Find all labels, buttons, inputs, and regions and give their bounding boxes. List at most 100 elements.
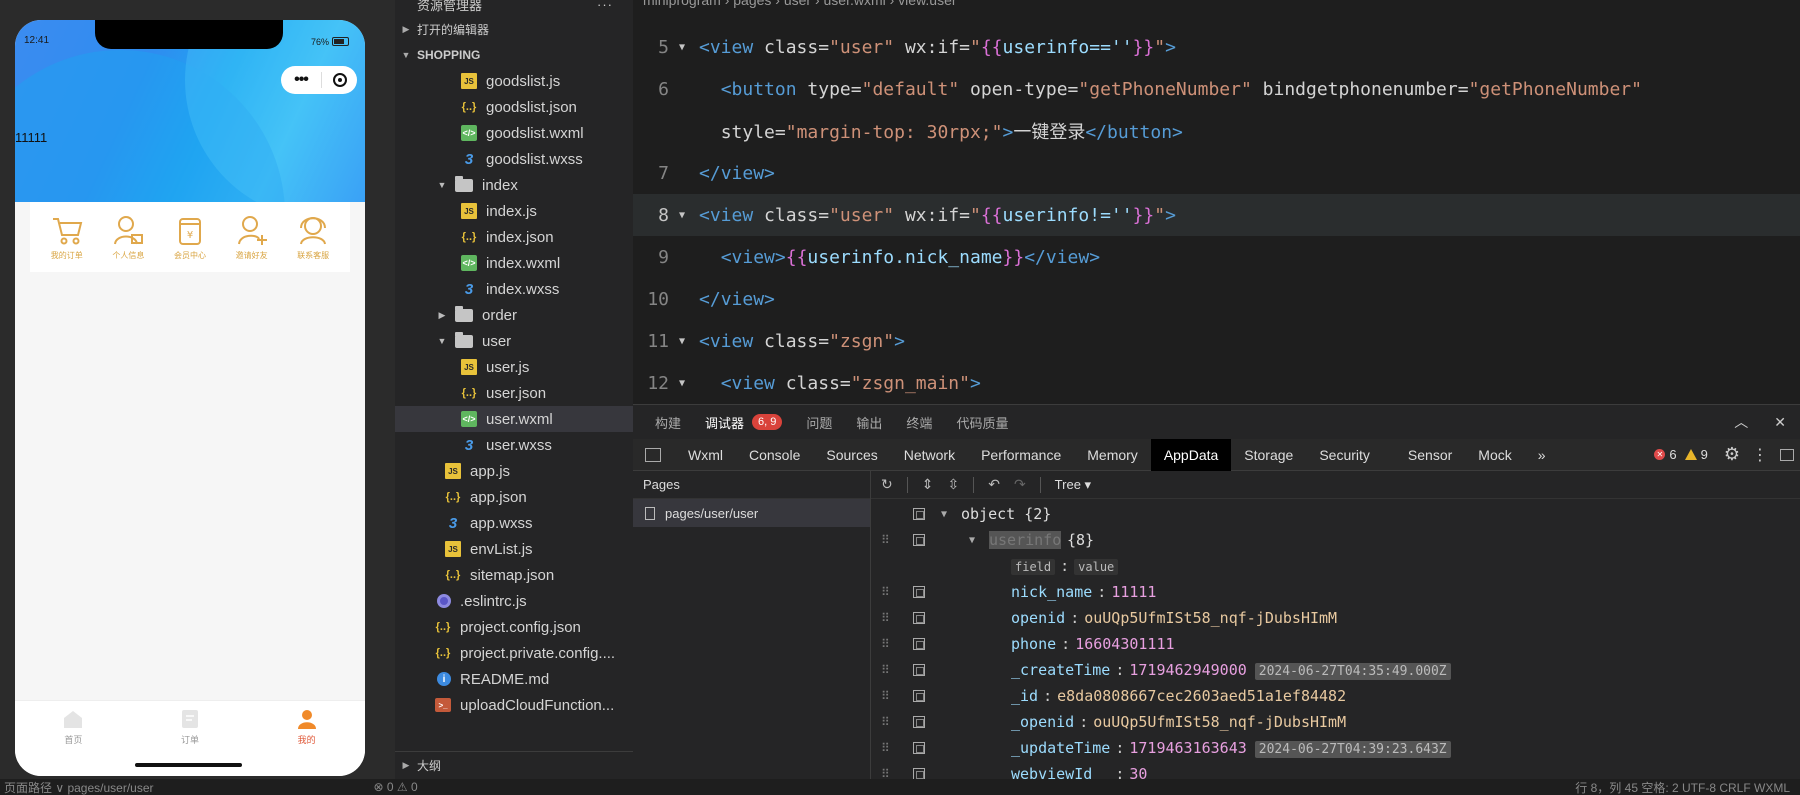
field-value[interactable]: ouUQp5UfmISt58_nqf-jDubsHImM: [1084, 609, 1337, 627]
tab-code-quality[interactable]: 代码质量: [956, 413, 1008, 432]
close-target-icon[interactable]: [333, 73, 347, 87]
node-checkbox[interactable]: [913, 586, 925, 598]
file-item[interactable]: </> goodslist.wxml: [395, 120, 633, 146]
node-checkbox[interactable]: [913, 690, 925, 702]
file-item[interactable]: {..} index.json: [395, 224, 633, 250]
node-checkbox[interactable]: [913, 638, 925, 650]
more-menu-icon[interactable]: •••: [281, 66, 321, 94]
tree-row[interactable]: ⠿ _id: e8da0808667cec2603aed51a1ef84482: [871, 683, 1800, 709]
more-tools-button[interactable]: »: [1525, 439, 1559, 471]
fold-chevron-icon[interactable]: ▼: [679, 210, 693, 221]
file-item[interactable]: {..} user.json: [395, 380, 633, 406]
gear-icon[interactable]: ⚙: [1724, 444, 1740, 465]
file-item[interactable]: 3 index.wxss: [395, 276, 633, 302]
redo-icon[interactable]: ↷: [1014, 476, 1026, 493]
view-mode-select[interactable]: Tree ▾: [1055, 477, 1091, 493]
file-item[interactable]: </> index.wxml: [395, 250, 633, 276]
tool-security[interactable]: Security: [1306, 439, 1383, 471]
tree-row[interactable]: ⠿ nick_name:11111: [871, 579, 1800, 605]
tool-appdata[interactable]: AppData: [1150, 438, 1232, 471]
open-editors-section[interactable]: ▶ 打开的编辑器: [395, 16, 633, 42]
file-item-selected[interactable]: </> user.wxml: [395, 406, 633, 432]
file-item[interactable]: {..} project.private.config....: [395, 640, 633, 666]
file-item[interactable]: 3 goodslist.wxss: [395, 146, 633, 172]
fold-chevron-icon[interactable]: ▼: [679, 336, 693, 347]
more-vertical-icon[interactable]: ⋮: [1752, 445, 1768, 465]
folder-item[interactable]: ▼ index: [395, 172, 633, 198]
tree-row[interactable]: ⠿ _createTime:1719462949000 2024-06-27T04:…: [871, 657, 1800, 683]
outline-section[interactable]: ▶ 大纲: [395, 751, 633, 779]
error-warning-counter[interactable]: ✕ 6 9: [1654, 447, 1708, 462]
explorer-more-button[interactable]: ···: [597, 0, 613, 12]
close-icon[interactable]: ✕: [1774, 414, 1786, 431]
drag-handle-icon[interactable]: ⠿: [881, 637, 890, 651]
file-item[interactable]: JS user.js: [395, 354, 633, 380]
fold-chevron-icon[interactable]: ▼: [679, 42, 693, 53]
file-item[interactable]: >_ uploadCloudFunction...: [395, 692, 633, 718]
tab-output[interactable]: 输出: [856, 413, 882, 432]
tree-row[interactable]: ⠿ phone:16604301111: [871, 631, 1800, 657]
problem-counter[interactable]: ⊗ 0 ⚠ 0: [374, 780, 418, 794]
node-checkbox[interactable]: [913, 742, 925, 754]
drag-handle-icon[interactable]: ⠿: [881, 533, 890, 547]
tab-home[interactable]: 首页: [38, 707, 108, 776]
menu-customer-service[interactable]: 联系客服: [285, 213, 341, 261]
file-item[interactable]: 3 user.wxss: [395, 432, 633, 458]
expand-all-icon[interactable]: ⇕: [922, 476, 934, 493]
node-checkbox[interactable]: [913, 534, 925, 546]
node-checkbox[interactable]: [913, 716, 925, 728]
tool-mock[interactable]: Mock: [1465, 439, 1524, 471]
file-item[interactable]: JS goodslist.js: [395, 68, 633, 94]
field-value[interactable]: e8da0808667cec2603aed51a1ef84482: [1057, 687, 1346, 705]
tree-row-root[interactable]: ▼ object {2}: [871, 501, 1800, 527]
drag-handle-icon[interactable]: ⠿: [881, 715, 890, 729]
field-value[interactable]: 16604301111: [1075, 635, 1174, 653]
file-item[interactable]: JS envList.js: [395, 536, 633, 562]
tree-row[interactable]: ⠿ openid: ouUQp5UfmISt58_nqf-jDubsHImM: [871, 605, 1800, 631]
menu-member-center[interactable]: ¥ 会员中心: [162, 213, 218, 261]
tool-network[interactable]: Network: [891, 439, 968, 471]
fold-chevron-icon[interactable]: ▼: [679, 378, 693, 389]
chevron-up-icon[interactable]: ︿: [1734, 412, 1748, 432]
dock-icon[interactable]: [1780, 448, 1794, 461]
tab-build[interactable]: 构建: [655, 413, 681, 432]
node-checkbox[interactable]: [913, 508, 925, 520]
collapse-all-icon[interactable]: ⇳: [947, 476, 959, 493]
tab-me[interactable]: 我的: [272, 707, 342, 776]
field-value[interactable]: 11111: [1111, 583, 1156, 601]
node-checkbox[interactable]: [913, 612, 925, 624]
file-item[interactable]: i README.md: [395, 666, 633, 692]
tab-debugger[interactable]: 调试器 6, 9: [705, 413, 783, 432]
tool-performance[interactable]: Performance: [968, 439, 1074, 471]
file-item[interactable]: JS app.js: [395, 458, 633, 484]
tree-row[interactable]: ⠿ _updateTime:1719463163643 2024-06-27T04:…: [871, 735, 1800, 761]
file-item[interactable]: JS index.js: [395, 198, 633, 224]
tool-storage[interactable]: Storage: [1231, 439, 1306, 471]
page-path[interactable]: 页面路径 ∨ pages/user/user: [4, 779, 154, 795]
node-checkbox[interactable]: [913, 664, 925, 676]
file-item[interactable]: .eslintrc.js: [395, 588, 633, 614]
tool-wxml[interactable]: Wxml: [675, 439, 736, 471]
drag-handle-icon[interactable]: ⠿: [881, 611, 890, 625]
page-item[interactable]: pages/user/user: [633, 499, 870, 527]
tool-console[interactable]: Console: [736, 439, 813, 471]
file-item[interactable]: {..} project.config.json: [395, 614, 633, 640]
file-item[interactable]: {..} app.json: [395, 484, 633, 510]
undo-icon[interactable]: ↶: [988, 476, 1000, 493]
file-item[interactable]: {..} goodslist.json: [395, 94, 633, 120]
file-item[interactable]: {..} sitemap.json: [395, 562, 633, 588]
refresh-icon[interactable]: ↻: [881, 476, 893, 493]
inspect-element-icon[interactable]: [645, 447, 661, 462]
drag-handle-icon[interactable]: ⠿: [881, 741, 890, 755]
folder-item[interactable]: ▶ order: [395, 302, 633, 328]
field-value[interactable]: 1719462949000: [1129, 661, 1246, 679]
project-section[interactable]: ▼ SHOPPING: [395, 42, 633, 68]
menu-my-orders[interactable]: 我的订单: [39, 213, 95, 261]
tab-terminal[interactable]: 终端: [906, 413, 932, 432]
drag-handle-icon[interactable]: ⠿: [881, 585, 890, 599]
tree-row-userinfo[interactable]: ⠿ ▼ userinfo {8}: [871, 527, 1800, 553]
menu-invite-friends[interactable]: 邀请好友: [224, 213, 280, 261]
file-item[interactable]: 3 app.wxss: [395, 510, 633, 536]
tool-sensor[interactable]: Sensor: [1395, 439, 1465, 471]
folder-item[interactable]: ▼ user: [395, 328, 633, 354]
